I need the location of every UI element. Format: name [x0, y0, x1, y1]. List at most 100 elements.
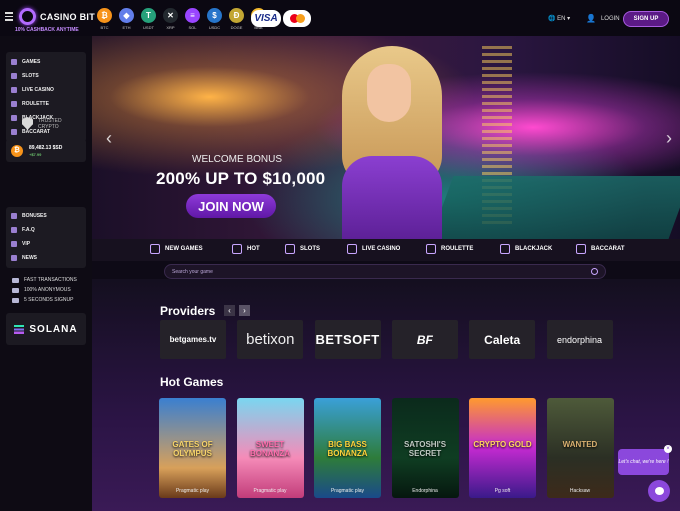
coin-doge: Ð DOGE [228, 8, 245, 30]
category-blackjack[interactable]: BLACKJACK [500, 244, 552, 254]
feature-label: 100% ANONYMOUS [24, 287, 71, 293]
sol-icon: ≡ [185, 8, 200, 23]
category-icon [426, 244, 436, 254]
coin-label: SOL [188, 25, 197, 30]
carousel-next-icon[interactable]: › [666, 128, 672, 149]
search-icon[interactable] [591, 268, 598, 275]
link-icon [11, 255, 17, 261]
provider-card[interactable]: endorphina [546, 320, 613, 359]
feature-label: FAST TRANSACTIONS [24, 277, 77, 283]
link-icon [11, 213, 17, 219]
category-roulette[interactable]: ROULETTE [426, 244, 473, 254]
chat-bubble[interactable]: Let's chat, we're here ! [618, 449, 669, 475]
brand-name: CASINO BIT [40, 11, 96, 22]
game-search[interactable]: Search your game [164, 264, 606, 279]
coin-label: DOGE [230, 25, 243, 30]
sidebar-item-roulette[interactable]: ROULETTE [6, 97, 86, 111]
hot-games-title: Hot Games [160, 375, 224, 389]
mastercard-logo [283, 10, 311, 27]
provider-card[interactable]: BETSOFT [314, 320, 381, 359]
game-card[interactable]: SWEET BONANZA Pragmatic play [236, 398, 304, 498]
language-selector[interactable]: 🌐 EN ▾ [548, 15, 570, 22]
feature-label: 5 SECONDS SIGNUP [24, 297, 74, 303]
category-label: BACCARAT [591, 246, 625, 252]
balance-value: 89,482.13 $SD [29, 144, 63, 151]
feature-item: 5 SECONDS SIGNUP [12, 297, 73, 303]
category-label: BLACKJACK [515, 246, 553, 252]
game-title: SATOSHI'S SECRET [403, 440, 447, 458]
sidebar-item-label: ROULETTE [22, 101, 49, 107]
menu-icon[interactable] [5, 12, 13, 21]
category-live-casino[interactable]: LIVE CASINO [347, 244, 400, 254]
sidebar-item-news[interactable]: NEWS [6, 251, 86, 265]
sidebar-item-f-a-q[interactable]: F.A.Q [6, 223, 86, 237]
provider-card[interactable]: betgames.tv [160, 320, 226, 359]
category-icon [11, 73, 17, 79]
provider-logo: BETSOFT [315, 332, 380, 347]
btc-icon: ₿ [97, 8, 112, 23]
chat-icon [654, 487, 664, 495]
sidebar-item-label: GAMES [22, 59, 41, 65]
provider-logo: Caleta [484, 332, 521, 347]
sidebar-item-label: VIP [22, 241, 31, 247]
sidebar-item-slots[interactable]: SLOTS [6, 69, 86, 83]
login-label: LOGIN [600, 15, 620, 22]
sidebar-item-vip[interactable]: VIP [6, 237, 86, 251]
logo-icon [19, 8, 36, 25]
carousel-prev-icon[interactable]: ‹ [106, 128, 112, 149]
category-slots[interactable]: SLOTS [285, 244, 320, 254]
coin-xrp: ✕ XRP [162, 8, 179, 30]
provider-logo: BF [416, 332, 433, 347]
game-card[interactable]: GATES OF OLYMPUS Pragmatic play [159, 398, 226, 498]
language-label: EN [557, 16, 566, 22]
game-title: SWEET BONANZA [250, 440, 290, 458]
game-card[interactable]: SATOSHI'S SECRET Endorphina [391, 398, 459, 498]
game-card[interactable]: CRYPTO GOLD Pg soft [469, 398, 536, 498]
balance-widget[interactable]: ₿ 89,482.13 $SD +$7.99 [6, 139, 86, 162]
balance-change: +$7.99 [29, 151, 42, 157]
game-card[interactable]: BIG BASS BONANZA Pragmatic play [314, 398, 381, 498]
link-icon [11, 227, 17, 233]
category-label: ROULETTE [441, 246, 474, 252]
category-icon [576, 244, 586, 254]
brand-logo[interactable]: CASINO BIT [19, 8, 95, 25]
category-baccarat[interactable]: BACCARAT [576, 244, 625, 254]
trusted-line-2: CRYPTO [38, 123, 59, 130]
provider-card[interactable]: betixon [237, 320, 304, 359]
game-card[interactable]: WANTED Hacksaw [546, 398, 614, 498]
category-icon [150, 244, 160, 254]
category-icon [285, 244, 295, 254]
game-title: BIG BASS BONANZA [327, 440, 368, 458]
solana-banner[interactable]: SOLANA [6, 313, 86, 345]
cashback-tagline: 10% CASHBACK ANYTIME [15, 27, 79, 33]
provider-card[interactable]: BF [391, 320, 458, 359]
sidebar-item-bonuses[interactable]: BONUSES [6, 209, 86, 223]
providers-title: Providers [160, 304, 216, 318]
game-provider: Pg soft [494, 488, 511, 494]
roulette-table [430, 176, 680, 239]
feature-item: FAST TRANSACTIONS [12, 277, 77, 283]
sidebar-item-label: SLOTS [22, 73, 39, 79]
bonus-headline: 200% UP TO $10,000 [156, 169, 326, 188]
hero-banner[interactable]: ‹ › WELCOME BONUS 200% UP TO $10,000 JOI… [92, 36, 680, 239]
sidebar-item-games[interactable]: GAMES [6, 55, 86, 69]
feature-item: 100% ANONYMOUS [12, 287, 71, 293]
chat-button[interactable] [648, 480, 670, 502]
coin-usdc: $ USDC [206, 8, 223, 30]
close-icon[interactable]: × [664, 445, 672, 453]
game-provider: Pragmatic play [253, 488, 287, 494]
sidebar-item-live-casino[interactable]: LIVE CASINO [6, 83, 86, 97]
login-link[interactable]: 👤 LOGIN [586, 14, 620, 23]
signup-button[interactable]: SIGN UP [623, 11, 669, 27]
solana-icon [14, 324, 25, 334]
providers-next-icon[interactable]: › [239, 305, 250, 316]
coin-label: BTC [100, 25, 109, 30]
game-provider: Pragmatic play [330, 488, 365, 494]
search-input[interactable]: Search your game [172, 269, 213, 275]
shield-icon [22, 117, 33, 130]
providers-prev-icon[interactable]: ‹ [224, 305, 235, 316]
join-now-button[interactable]: JOIN NOW [186, 194, 276, 218]
provider-card[interactable]: Caleta [469, 320, 536, 359]
category-new-games[interactable]: NEW GAMES [150, 244, 203, 254]
category-hot[interactable]: HOT [232, 244, 260, 254]
